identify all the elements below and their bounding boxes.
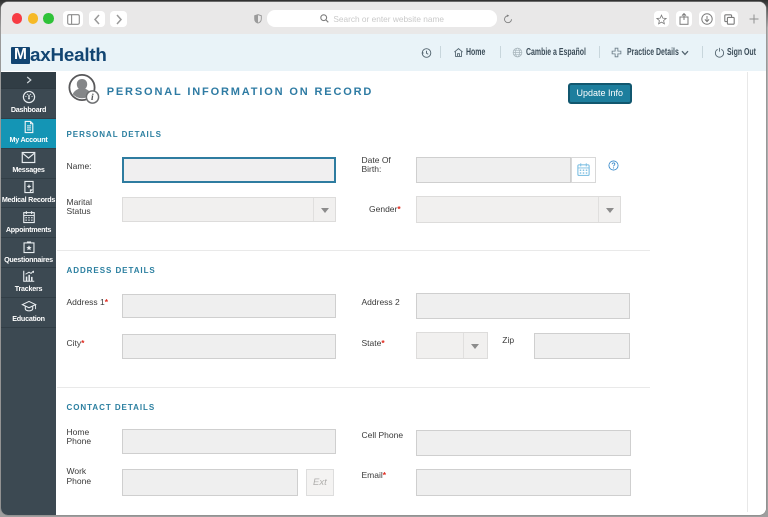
- svg-text:i: i: [91, 93, 94, 103]
